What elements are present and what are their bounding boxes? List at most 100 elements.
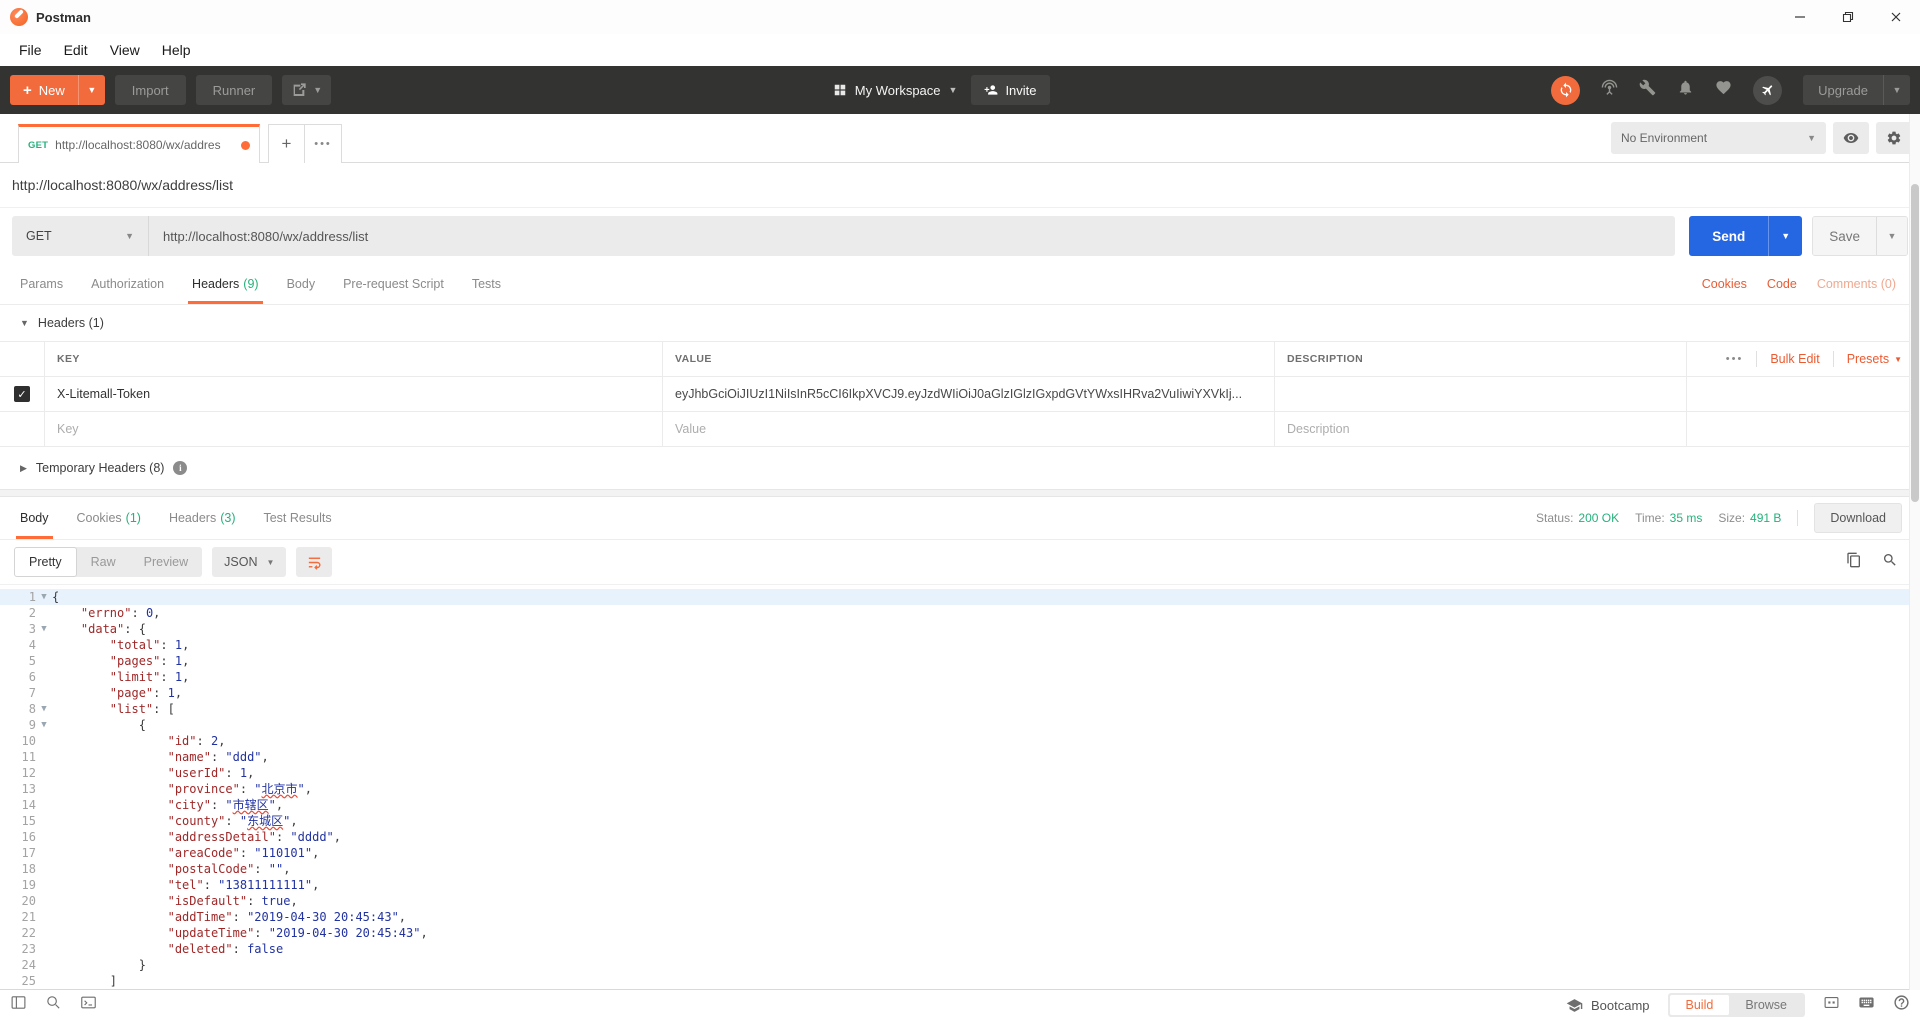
download-button[interactable]: Download xyxy=(1814,503,1902,533)
header-key-cell[interactable]: X-Litemall-Token xyxy=(44,377,662,411)
fold-toggle-icon[interactable]: ▼ xyxy=(36,717,52,733)
eye-icon xyxy=(1843,130,1859,146)
view-preview-button[interactable]: Preview xyxy=(130,547,202,577)
method-select[interactable]: GET ▼ xyxy=(12,216,148,256)
tab-body[interactable]: Body xyxy=(273,264,330,304)
more-options-icon[interactable]: ••• xyxy=(1726,353,1744,365)
gear-icon xyxy=(1886,130,1902,146)
response-tab-headers[interactable]: Headers(3) xyxy=(155,497,250,539)
vertical-scrollbar[interactable] xyxy=(1909,114,1920,990)
two-pane-view-button[interactable] xyxy=(1823,994,1840,1016)
console-button[interactable] xyxy=(80,994,97,1016)
row-checkbox-cell xyxy=(0,412,44,446)
fold-toggle-icon[interactable]: ▼ xyxy=(36,589,52,605)
presets-label: Presets xyxy=(1847,352,1889,366)
runner-button[interactable]: Runner xyxy=(196,75,273,105)
workspace-switcher[interactable]: My Workspace ▼ xyxy=(833,83,958,98)
save-dropdown-button[interactable]: ▼ xyxy=(1876,217,1907,255)
send-dropdown-button[interactable]: ▼ xyxy=(1768,216,1802,256)
status-bar-left xyxy=(10,994,97,1016)
environment-settings-button[interactable] xyxy=(1876,122,1912,154)
open-new-window-button[interactable]: ▼ xyxy=(282,75,331,105)
tab-headers[interactable]: Headers(9) xyxy=(178,264,273,304)
bootcamp-button[interactable]: Bootcamp xyxy=(1566,997,1650,1014)
code-line: 21 "addTime": "2019-04-30 20:45:43", xyxy=(0,909,1920,925)
postman-window: Postman File Edit View Help + New ▼ xyxy=(0,0,1920,1020)
key-placeholder[interactable]: Key xyxy=(44,412,662,446)
response-tab-test-results[interactable]: Test Results xyxy=(249,497,345,539)
environment-select[interactable]: No Environment ▼ xyxy=(1611,122,1826,154)
request-url-heading[interactable]: http://localhost:8080/wx/address/list xyxy=(12,177,233,193)
header-description-cell[interactable] xyxy=(1274,377,1686,411)
save-button[interactable]: Save xyxy=(1813,217,1876,255)
tab-pre-request-script[interactable]: Pre-request Script xyxy=(329,264,458,304)
presets-dropdown[interactable]: Presets ▼ xyxy=(1847,352,1902,366)
cookies-link[interactable]: Cookies xyxy=(1702,277,1747,291)
temporary-headers-toggle[interactable]: ▶ Temporary Headers (8) i xyxy=(0,447,1920,489)
tab-params[interactable]: Params xyxy=(6,264,77,304)
new-tab-button[interactable]: + xyxy=(268,124,305,163)
menu-edit[interactable]: Edit xyxy=(53,42,99,58)
favorites-button[interactable] xyxy=(1715,79,1732,101)
tab-tests[interactable]: Tests xyxy=(458,264,515,304)
response-tab-body[interactable]: Body xyxy=(6,497,63,539)
restore-button[interactable] xyxy=(1824,0,1872,34)
menu-help[interactable]: Help xyxy=(151,42,202,58)
view-pretty-button[interactable]: Pretty xyxy=(14,547,77,577)
wrap-lines-button[interactable] xyxy=(296,547,332,577)
capture-requests-button[interactable] xyxy=(1601,79,1618,101)
search-everywhere-button[interactable] xyxy=(45,994,62,1016)
minimize-button[interactable] xyxy=(1776,0,1824,34)
new-dropdown-button[interactable]: ▼ xyxy=(78,75,105,105)
save-button-group: Save ▼ xyxy=(1812,216,1908,256)
sync-status-button[interactable] xyxy=(1551,76,1580,105)
description-placeholder[interactable]: Description xyxy=(1274,412,1686,446)
headers-section-toggle[interactable]: ▼ Headers (1) xyxy=(0,305,1920,341)
menu-view[interactable]: View xyxy=(99,42,151,58)
help-button[interactable] xyxy=(1893,994,1910,1016)
search-response-button[interactable] xyxy=(1882,552,1898,573)
response-tab-cookies[interactable]: Cookies(1) xyxy=(63,497,155,539)
build-toggle-button[interactable]: Build xyxy=(1670,995,1730,1015)
code-text: "pages": 1, xyxy=(52,653,189,669)
environment-quicklook-button[interactable] xyxy=(1833,122,1869,154)
view-raw-button[interactable]: Raw xyxy=(77,547,130,577)
scrollbar-thumb[interactable] xyxy=(1911,184,1919,502)
request-tab[interactable]: GET http://localhost:8080/wx/addres xyxy=(18,124,260,163)
notifications-button[interactable] xyxy=(1677,79,1694,101)
tab-label: Cookies xyxy=(77,511,122,525)
shortcuts-button[interactable] xyxy=(1858,994,1875,1016)
fold-toggle-icon[interactable]: ▼ xyxy=(36,701,52,717)
search-icon xyxy=(45,994,62,1011)
tab-authorization[interactable]: Authorization xyxy=(77,264,178,304)
send-button[interactable]: Send xyxy=(1689,216,1768,256)
menu-file[interactable]: File xyxy=(8,42,53,58)
code-text: { xyxy=(52,717,146,733)
value-column-header: VALUE xyxy=(662,342,1274,376)
comments-link[interactable]: Comments (0) xyxy=(1817,277,1896,291)
close-button[interactable] xyxy=(1872,0,1920,34)
url-input[interactable]: http://localhost:8080/wx/address/list xyxy=(148,216,1675,256)
value-placeholder[interactable]: Value xyxy=(662,412,1274,446)
copy-response-button[interactable] xyxy=(1846,552,1862,573)
settings-tools-button[interactable] xyxy=(1639,79,1656,101)
code-link[interactable]: Code xyxy=(1767,277,1797,291)
response-body-viewer[interactable]: 1▼{2 "errno": 0,3▼ "data": {4 "total": 1… xyxy=(0,585,1920,989)
fold-toggle-icon[interactable]: ▼ xyxy=(36,621,52,637)
request-tab-strip: GET http://localhost:8080/wx/addres + ••… xyxy=(0,114,1920,163)
checkbox-checked[interactable]: ✓ xyxy=(14,386,30,402)
response-actions xyxy=(1846,552,1906,573)
browse-toggle-button[interactable]: Browse xyxy=(1729,995,1803,1015)
bulk-edit-link[interactable]: Bulk Edit xyxy=(1770,352,1819,366)
toggle-sidebar-button[interactable] xyxy=(10,994,27,1016)
invite-button[interactable]: Invite xyxy=(971,75,1049,105)
format-select[interactable]: JSON ▼ xyxy=(212,547,286,577)
whats-new-button[interactable] xyxy=(1753,76,1782,105)
header-value-cell[interactable]: eyJhbGciOiJIUzI1NiIsInR5cCI6IkpXVCJ9.eyJ… xyxy=(662,377,1274,411)
upgrade-button-group: Upgrade ▼ xyxy=(1803,75,1910,105)
tab-options-button[interactable]: ••• xyxy=(305,124,342,163)
import-button[interactable]: Import xyxy=(115,75,186,105)
upgrade-button[interactable]: Upgrade xyxy=(1803,75,1883,105)
upgrade-dropdown-button[interactable]: ▼ xyxy=(1883,75,1910,105)
new-button[interactable]: + New xyxy=(10,75,78,105)
